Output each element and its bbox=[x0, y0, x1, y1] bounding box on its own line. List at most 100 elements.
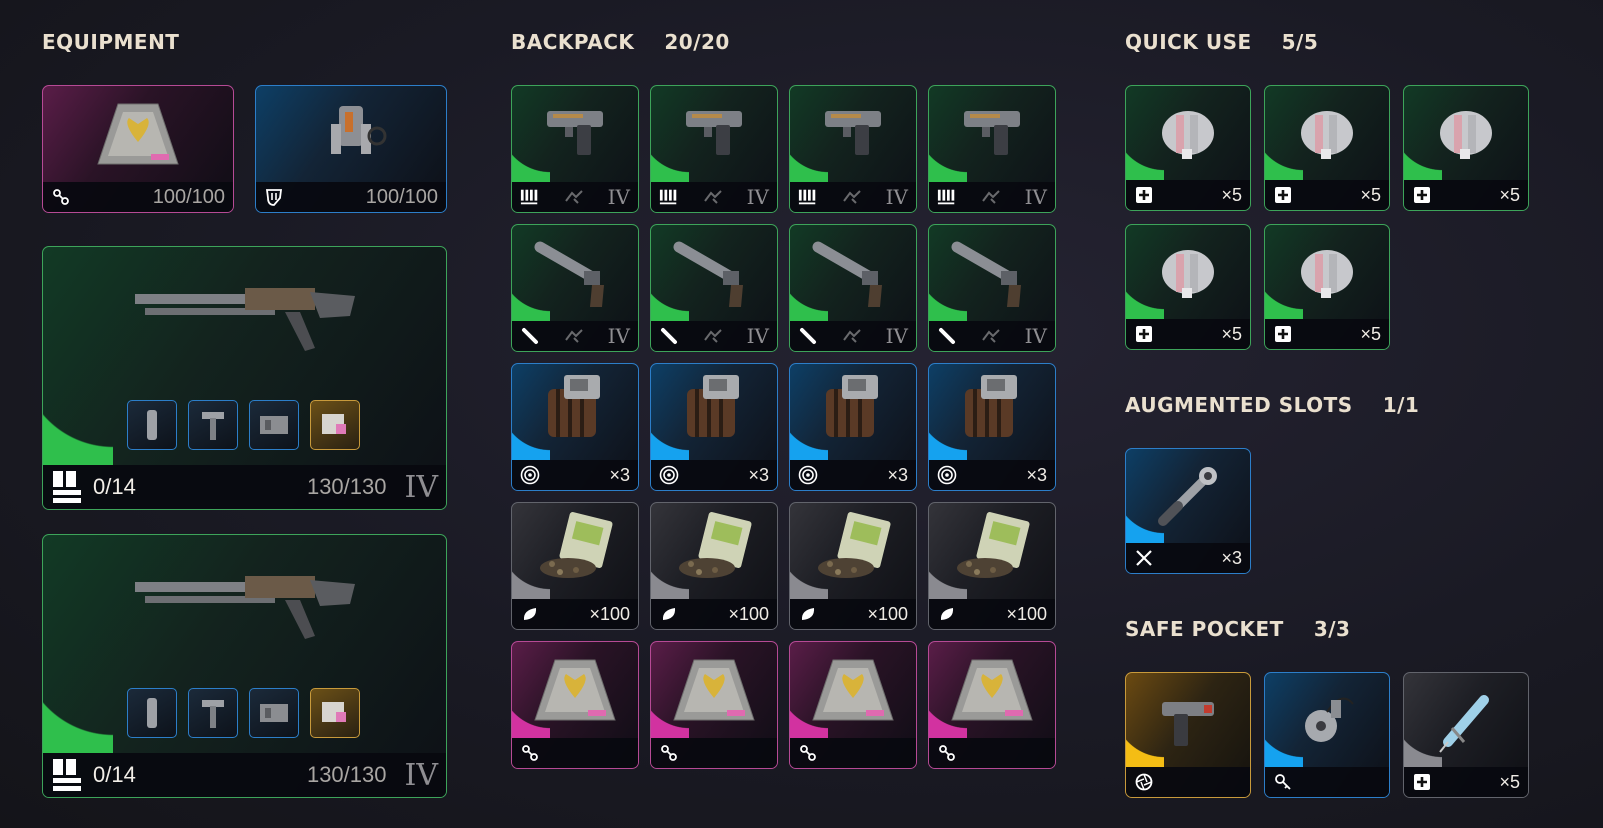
weapon-mod-icon bbox=[979, 326, 1003, 346]
mine-image bbox=[929, 364, 1055, 460]
backpack-slot-2-2[interactable]: ×3 bbox=[789, 363, 917, 491]
backpack-heading: BACKPACK 20/20 bbox=[511, 30, 730, 54]
attachment-barrel[interactable] bbox=[127, 688, 177, 738]
augment-slot[interactable]: 100/100 bbox=[42, 85, 234, 213]
leaf-icon bbox=[937, 604, 957, 624]
attachment-underbarrel[interactable] bbox=[188, 688, 238, 738]
backpack-slot-1-0[interactable]: IV bbox=[511, 224, 639, 352]
medkit-icon bbox=[1273, 324, 1293, 344]
backpack-slot-0-1-bar: IV bbox=[651, 182, 777, 212]
shield-slot[interactable]: 100/100 bbox=[255, 85, 447, 213]
seeds-image bbox=[929, 503, 1055, 599]
backpack-slot-0-0[interactable]: IV bbox=[511, 85, 639, 213]
quick-use-slot-1[interactable]: ×5 bbox=[1125, 85, 1251, 211]
backpack-slot-0-3[interactable]: IV bbox=[928, 85, 1056, 213]
backpack-slot-2-0[interactable]: ×3 bbox=[511, 363, 639, 491]
safe-pocket-title: SAFE POCKET bbox=[1125, 617, 1284, 641]
attachment-magazine[interactable] bbox=[249, 400, 299, 450]
revolver-image bbox=[929, 225, 1055, 321]
augmented-slot-1[interactable]: ×3 bbox=[1125, 448, 1251, 574]
backpack-slot-3-2-bar: ×100 bbox=[790, 599, 916, 629]
safe-pocket-capacity: 3/3 bbox=[1313, 617, 1351, 641]
leaf-icon bbox=[798, 604, 818, 624]
backpack-slot-4-2[interactable] bbox=[789, 641, 917, 769]
attachment-underbarrel[interactable] bbox=[188, 400, 238, 450]
tier-label: IV bbox=[746, 324, 769, 348]
weapon-bar-2: 0/14 130/130 IV bbox=[43, 753, 446, 797]
quantity-label: ×5 bbox=[1499, 184, 1520, 205]
quick-use-slot-4[interactable]: ×5 bbox=[1125, 224, 1251, 350]
quick-use-slot-5[interactable]: ×5 bbox=[1264, 224, 1390, 350]
ammo-icon bbox=[51, 470, 83, 504]
backpack-slot-3-1[interactable]: ×100 bbox=[650, 502, 778, 630]
quick-use-slot-3[interactable]: ×5 bbox=[1403, 85, 1529, 211]
augment-icon bbox=[51, 187, 71, 207]
backpack-slot-4-3[interactable] bbox=[928, 641, 1056, 769]
backpack-slot-4-0[interactable] bbox=[511, 641, 639, 769]
backpack-slot-1-2-bar: IV bbox=[790, 321, 916, 351]
augment-image bbox=[790, 642, 916, 738]
rifle-image bbox=[43, 535, 446, 753]
quantity-label: ×5 bbox=[1221, 323, 1242, 344]
weapon-slot-1[interactable]: 0/14 130/130 IV bbox=[42, 246, 447, 510]
augment-bar: 100/100 bbox=[43, 182, 233, 212]
weapon-ammo-2: 0/14 bbox=[93, 762, 136, 787]
weapon-mod-icon bbox=[979, 187, 1003, 207]
backpack-title: BACKPACK bbox=[511, 30, 635, 54]
backpack-slot-2-1[interactable]: ×3 bbox=[650, 363, 778, 491]
weapon-durability-2: 130/130 bbox=[306, 762, 387, 787]
safe-pocket-slot-1[interactable] bbox=[1125, 672, 1251, 798]
quick-use-slot-3-bar: ×5 bbox=[1404, 180, 1528, 210]
backpack-slot-1-0-bar: IV bbox=[512, 321, 638, 351]
tier-label: IV bbox=[607, 324, 630, 348]
ammo-pencil-icon bbox=[520, 326, 540, 346]
quick-use-slot-2[interactable]: ×5 bbox=[1264, 85, 1390, 211]
seeds-image bbox=[651, 503, 777, 599]
quantity-label: ×3 bbox=[1026, 464, 1047, 485]
backpack-slot-4-1[interactable] bbox=[650, 641, 778, 769]
pistol-tool-image bbox=[1126, 673, 1250, 767]
attachment-barrel[interactable] bbox=[127, 400, 177, 450]
augmented-slot-bar: ×3 bbox=[1126, 543, 1250, 573]
backpack-slot-3-0[interactable]: ×100 bbox=[511, 502, 639, 630]
syringe-image bbox=[1404, 673, 1528, 767]
attachment-stock[interactable] bbox=[310, 400, 360, 450]
target-icon bbox=[659, 465, 679, 485]
backpack-slot-0-2[interactable]: IV bbox=[789, 85, 917, 213]
augmented-slots-heading: AUGMENTED SLOTS 1/1 bbox=[1125, 393, 1419, 417]
weapon-mod-icon bbox=[701, 326, 725, 346]
weapon-ammo-1: 0/14 bbox=[93, 474, 136, 499]
safe-pocket-slot-3[interactable]: ×5 bbox=[1403, 672, 1529, 798]
backpack-slot-1-2[interactable]: IV bbox=[789, 224, 917, 352]
leaf-icon bbox=[520, 604, 540, 624]
augment-durability: 100/100 bbox=[152, 185, 225, 208]
backpack-slot-3-0-bar: ×100 bbox=[512, 599, 638, 629]
backpack-slot-1-3[interactable]: IV bbox=[928, 224, 1056, 352]
bandage-image bbox=[1265, 225, 1389, 319]
pistol-image bbox=[512, 86, 638, 182]
augment-image bbox=[929, 642, 1055, 738]
pistol-image bbox=[790, 86, 916, 182]
quantity-label: ×3 bbox=[609, 464, 630, 485]
augmented-slots-title: AUGMENTED SLOTS bbox=[1125, 393, 1353, 417]
weapon-mod-icon bbox=[562, 187, 586, 207]
attachment-stock[interactable] bbox=[310, 688, 360, 738]
backpack-slot-1-1[interactable]: IV bbox=[650, 224, 778, 352]
medkit-icon bbox=[1412, 185, 1432, 205]
attachment-magazine[interactable] bbox=[249, 688, 299, 738]
backpack-slot-1-1-bar: IV bbox=[651, 321, 777, 351]
safe-pocket-heading: SAFE POCKET 3/3 bbox=[1125, 617, 1350, 641]
backpack-slot-0-1[interactable]: IV bbox=[650, 85, 778, 213]
mine-image bbox=[512, 364, 638, 460]
equipment-title: EQUIPMENT bbox=[42, 30, 180, 54]
shield-durability: 100/100 bbox=[365, 185, 438, 208]
backpack-slot-3-3[interactable]: ×100 bbox=[928, 502, 1056, 630]
backpack-slot-0-2-bar: IV bbox=[790, 182, 916, 212]
safe-pocket-slot-2[interactable] bbox=[1264, 672, 1390, 798]
bandage-image bbox=[1126, 86, 1250, 180]
backpack-slot-2-3[interactable]: ×3 bbox=[928, 363, 1056, 491]
ammo-light-icon bbox=[798, 187, 818, 207]
backpack-slot-0-0-bar: IV bbox=[512, 182, 638, 212]
weapon-slot-2[interactable]: 0/14 130/130 IV bbox=[42, 534, 447, 798]
backpack-slot-3-2[interactable]: ×100 bbox=[789, 502, 917, 630]
